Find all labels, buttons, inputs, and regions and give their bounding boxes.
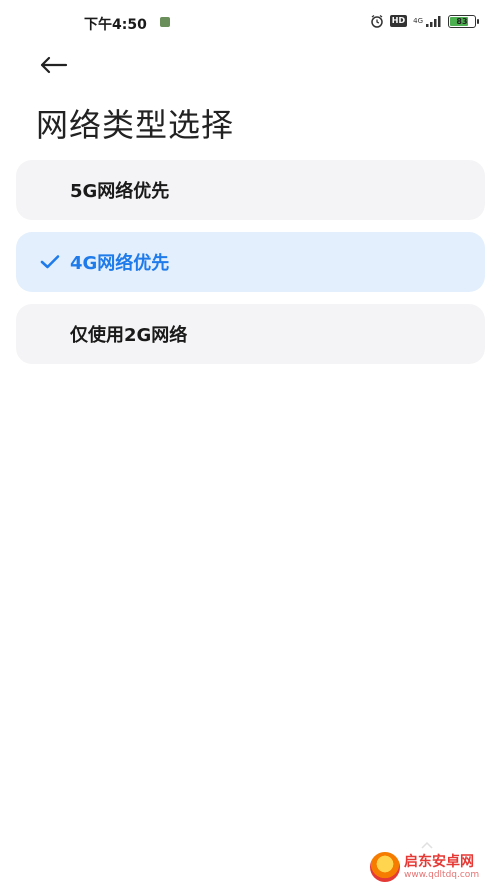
status-bar: 下午4:50 HD 4G 83 [0,0,500,46]
chevron-up-icon [420,834,434,849]
arrow-left-icon [40,56,68,74]
notification-icon [160,17,170,27]
back-button[interactable] [30,50,76,80]
battery-icon: 83 [448,14,479,28]
status-time: 下午4:50 [84,17,147,33]
page-title: 网络类型选择 [36,106,235,144]
hd-badge: HD [389,15,408,27]
network-type-options: 5G网络优先 4G网络优先 仅使用2G网络 [16,160,485,376]
alarm-icon [370,14,384,28]
option-5g-preferred[interactable]: 5G网络优先 [16,160,485,220]
watermark-name: 启东安卓网 [404,853,474,870]
option-label: 仅使用2G网络 [70,325,188,346]
option-label: 5G网络优先 [70,181,170,202]
status-icons: HD 4G 83 [370,14,479,28]
option-2g-only[interactable]: 仅使用2G网络 [16,304,485,364]
option-label: 4G网络优先 [70,253,170,274]
network-type-label: 4G [413,17,423,25]
signal-icon [426,15,442,27]
battery-percent: 83 [456,16,468,26]
watermark: 启东安卓网 www.qdltdq.com [370,848,498,886]
watermark-url: www.qdltdq.com [404,869,480,880]
watermark-logo-icon [370,852,400,882]
checkmark-icon [40,254,60,274]
option-4g-preferred[interactable]: 4G网络优先 [16,232,485,292]
watermark-text: 启东安卓网 www.qdltdq.com [404,855,479,880]
